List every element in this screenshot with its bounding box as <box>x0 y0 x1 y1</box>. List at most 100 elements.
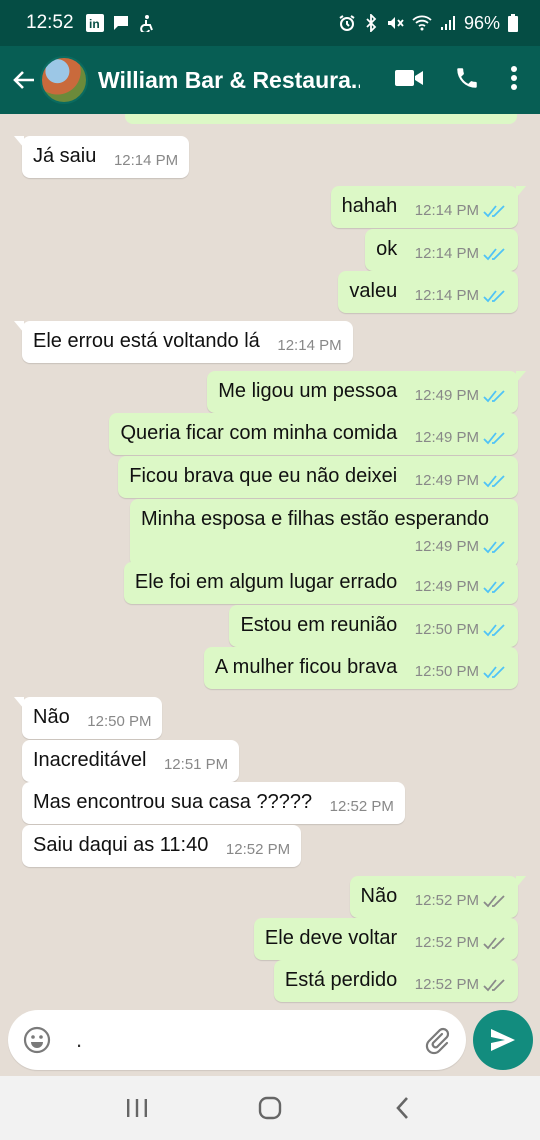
read-ticks-icon <box>483 432 505 445</box>
message-icon <box>112 14 130 32</box>
read-ticks-icon <box>483 390 505 403</box>
message-bubble-outgoing[interactable]: Ficou brava que eu não deixei 12:49 PM <box>118 456 518 498</box>
alarm-icon <box>338 14 356 32</box>
message-bubble-incoming[interactable]: Não 12:50 PM <box>13 697 163 739</box>
message-bubble-incoming[interactable]: Inacreditável 12:51 PM <box>22 740 240 782</box>
message-text: Ele deve voltar <box>264 927 398 949</box>
message-time: 12:50 PM <box>414 621 479 638</box>
video-call-icon[interactable] <box>394 67 424 94</box>
message-bubble-incoming[interactable]: Ele errou está voltando lá 12:14 PM <box>14 321 353 363</box>
message-text: Queria ficar com minha comida <box>120 422 398 444</box>
message-bubble-incoming[interactable]: Saiu daqui as 11:40 12:52 PM <box>22 825 302 867</box>
bluetooth-icon <box>364 14 378 32</box>
message-time: 12:49 PM <box>414 429 479 446</box>
message-text: Está perdido <box>284 969 398 991</box>
previous-message-bubble <box>125 114 517 124</box>
message-time: 12:14 PM <box>414 287 479 304</box>
delivered-ticks-icon <box>483 979 505 992</box>
message-text: Ele errou está voltando lá <box>33 330 260 352</box>
message-composer[interactable]: . <box>8 1010 466 1070</box>
message-bubble-outgoing[interactable]: Me ligou um pessoa 12:49 PM <box>207 371 526 413</box>
message-time: 12:49 PM <box>414 387 479 404</box>
message-time: 12:14 PM <box>414 245 479 262</box>
message-text: hahah <box>341 195 398 217</box>
message-bubble-outgoing[interactable]: Minha esposa e filhas estão esperando 12… <box>130 499 518 567</box>
message-bubble-outgoing[interactable]: Ele deve voltar 12:52 PM <box>253 918 518 960</box>
message-text: valeu <box>349 280 398 302</box>
message-time: 12:50 PM <box>414 663 479 680</box>
message-text: Minha esposa e filhas estão esperando <box>141 508 490 530</box>
message-time: 12:52 PM <box>414 976 479 993</box>
message-time: 12:49 PM <box>414 578 479 595</box>
message-bubble-outgoing[interactable]: valeu 12:14 PM <box>338 271 518 313</box>
message-time: 12:14 PM <box>414 202 479 219</box>
chat-header: William Bar & Restaura... <box>0 46 540 114</box>
message-text: Já saiu <box>33 145 97 167</box>
wifi-icon <box>412 15 432 31</box>
message-bubble-outgoing[interactable]: Não 12:52 PM <box>349 876 527 918</box>
delivered-ticks-icon <box>483 937 505 950</box>
message-bubble-outgoing[interactable]: hahah 12:14 PM <box>330 186 527 228</box>
message-text: Mas encontrou sua casa ????? <box>33 791 313 813</box>
accessibility-icon <box>138 14 154 32</box>
home-icon[interactable] <box>250 1088 290 1128</box>
message-text: Não <box>33 706 70 728</box>
message-time: 12:49 PM <box>414 538 479 555</box>
message-time: 12:14 PM <box>113 152 179 169</box>
recent-apps-icon[interactable] <box>117 1088 157 1128</box>
delivered-ticks-icon <box>483 895 505 908</box>
emoji-icon[interactable] <box>22 1025 52 1055</box>
message-bubble-outgoing[interactable]: Está perdido 12:52 PM <box>273 960 518 1002</box>
message-bubble-incoming[interactable]: Já saiu 12:14 PM <box>13 136 190 178</box>
read-ticks-icon <box>483 666 505 679</box>
message-time: 12:52 PM <box>329 798 394 815</box>
message-input[interactable]: . <box>76 1027 422 1053</box>
battery-level: 96% <box>463 12 500 33</box>
system-navigation-bar <box>0 1076 540 1140</box>
message-time: 12:52 PM <box>414 892 479 909</box>
contact-avatar[interactable] <box>40 56 88 104</box>
more-options-icon[interactable] <box>510 65 518 96</box>
message-time: 12:49 PM <box>414 472 479 489</box>
message-bubble-outgoing[interactable]: Ele foi em algum lugar errado 12:49 PM <box>123 562 518 604</box>
read-ticks-icon <box>483 541 505 554</box>
linkedin-icon: in <box>85 14 104 32</box>
message-text: Saiu daqui as 11:40 <box>33 834 209 856</box>
message-text: Inacreditável <box>33 749 147 771</box>
message-text: Me ligou um pessoa <box>218 380 398 402</box>
message-bubble-outgoing[interactable]: Queria ficar com minha comida 12:49 PM <box>109 413 518 455</box>
read-ticks-icon <box>483 205 505 218</box>
message-text: Ficou brava que eu não deixei <box>129 465 398 487</box>
battery-icon <box>508 14 518 32</box>
message-bubble-outgoing[interactable]: ok 12:14 PM <box>365 229 518 271</box>
read-ticks-icon <box>483 581 505 594</box>
contact-name[interactable]: William Bar & Restaura... <box>98 67 360 94</box>
message-time: 12:14 PM <box>277 337 342 354</box>
send-icon <box>491 1029 515 1051</box>
message-bubble-outgoing[interactable]: Estou em reunião 12:50 PM <box>229 605 518 647</box>
message-time: 12:52 PM <box>414 934 479 951</box>
message-list[interactable]: Já saiu 12:14 PM hahah 12:14 PM ok 12:14… <box>0 114 540 1006</box>
read-ticks-icon <box>483 290 505 303</box>
message-time: 12:52 PM <box>225 841 291 858</box>
send-button[interactable] <box>473 1010 533 1070</box>
back-nav-icon[interactable] <box>383 1088 423 1128</box>
svg-text:in: in <box>89 17 100 31</box>
message-time: 12:50 PM <box>87 713 152 730</box>
voice-call-icon[interactable] <box>454 65 480 96</box>
mute-icon <box>386 14 404 32</box>
signal-icon <box>440 15 456 31</box>
attach-paperclip-icon[interactable] <box>422 1025 452 1055</box>
message-bubble-outgoing[interactable]: A mulher ficou brava 12:50 PM <box>203 647 518 689</box>
message-text: Estou em reunião <box>240 614 398 636</box>
message-text: Não <box>360 885 398 907</box>
status-bar: 12:52 in 96% <box>0 0 540 46</box>
status-time: 12:52 <box>26 12 74 33</box>
message-text: ok <box>376 238 398 260</box>
message-time: 12:51 PM <box>163 756 229 773</box>
message-text: A mulher ficou brava <box>214 656 398 678</box>
read-ticks-icon <box>483 624 505 637</box>
message-bubble-incoming[interactable]: Mas encontrou sua casa ????? 12:52 PM <box>22 782 405 824</box>
back-arrow-icon[interactable] <box>10 66 38 94</box>
message-text: Ele foi em algum lugar errado <box>134 571 398 593</box>
